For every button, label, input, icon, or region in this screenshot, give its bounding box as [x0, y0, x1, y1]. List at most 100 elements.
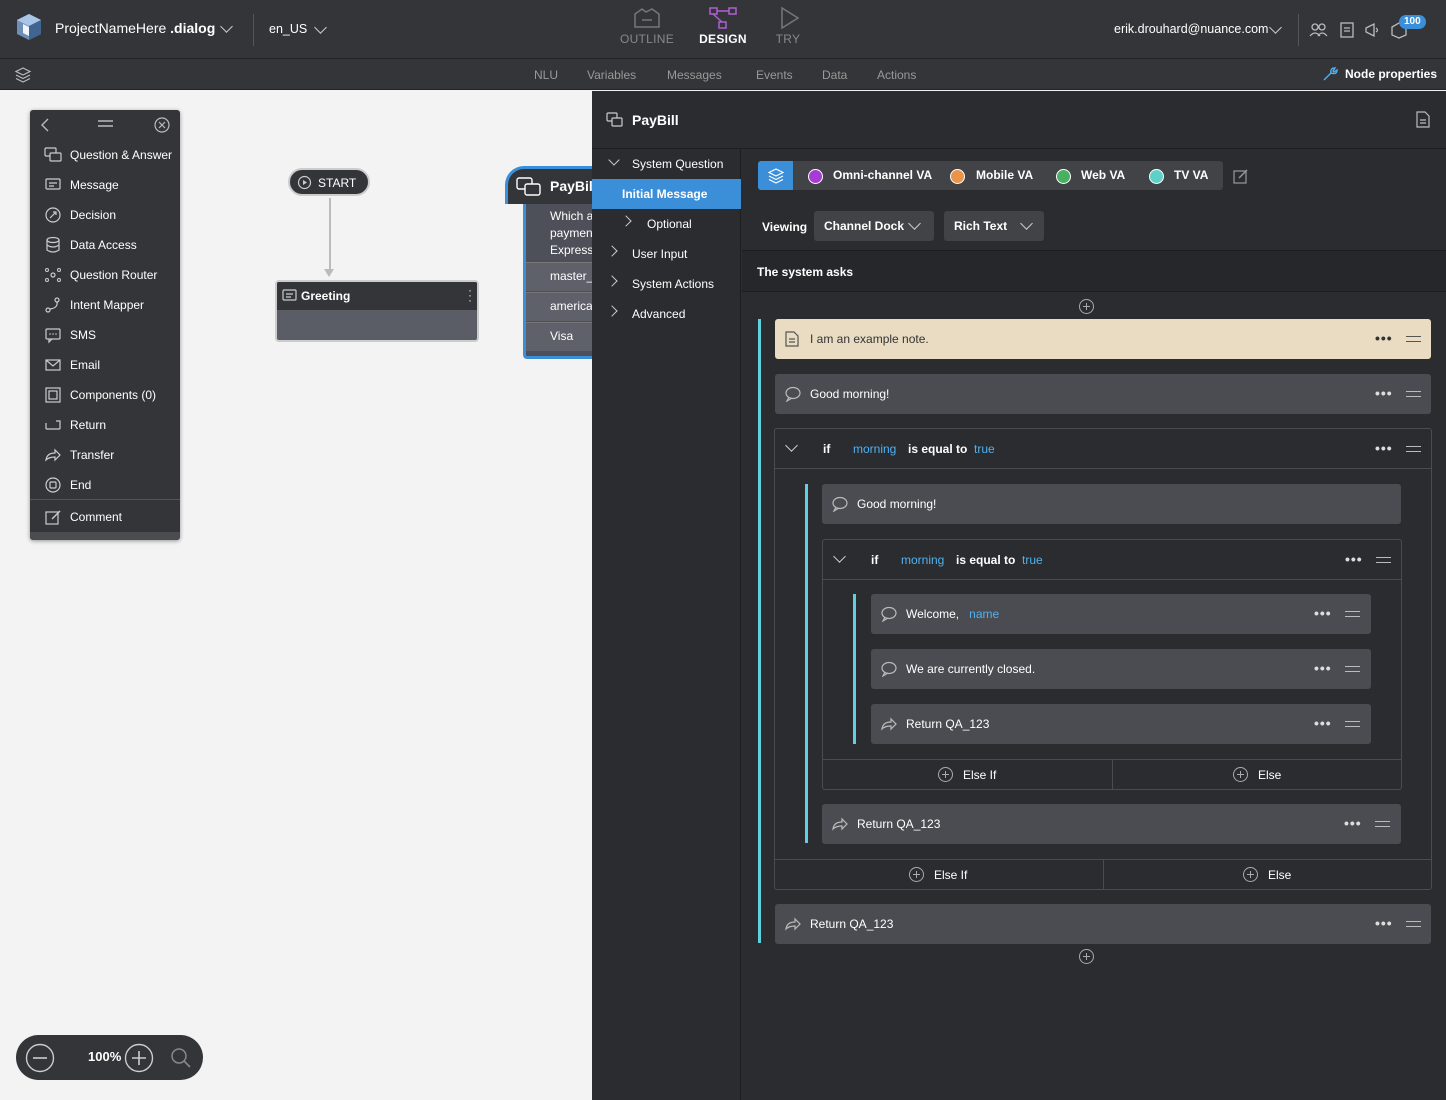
condition-value[interactable]: true [974, 442, 995, 456]
else-if-button[interactable]: Else If [775, 860, 1103, 889]
condition-header[interactable]: if morning is equal to true ••• [823, 540, 1401, 580]
more-icon[interactable]: ••• [1375, 915, 1393, 931]
flow-canvas[interactable]: Question & Answer Message Decision Data … [0, 91, 592, 1100]
document-icon[interactable] [1416, 111, 1430, 128]
tab-actions[interactable]: Actions [877, 68, 916, 82]
palette-item-question-answer[interactable]: Question & Answer [30, 140, 180, 170]
drag-handle-icon[interactable] [1375, 821, 1390, 827]
project-name[interactable]: ProjectNameHere .dialog [55, 20, 215, 36]
drag-handle-icon[interactable] [1345, 666, 1360, 672]
palette-item-components[interactable]: Components (0) [30, 380, 180, 410]
add-circle-icon[interactable] [1079, 299, 1094, 314]
else-button[interactable]: Else [1104, 860, 1431, 889]
tab-messages[interactable]: Messages [667, 68, 722, 82]
paybill-node[interactable]: PayBill Which a paymen Express master_ a… [505, 166, 592, 361]
palette-item-return[interactable]: Return [30, 410, 180, 440]
else-if-button[interactable]: Else If [823, 760, 1112, 789]
nav-user-input[interactable]: User Input [592, 239, 741, 269]
tab-design[interactable]: DESIGN [693, 6, 753, 46]
paybill-option[interactable]: Visa [526, 322, 592, 351]
nav-system-question[interactable]: System Question [592, 149, 741, 179]
palette-item-end[interactable]: End [30, 470, 180, 500]
add-circle-icon[interactable] [1079, 949, 1094, 964]
channel-web[interactable]: Web VA [1081, 168, 1125, 182]
palette-item-message[interactable]: Message [30, 170, 180, 200]
condition-variable[interactable]: morning [853, 442, 896, 456]
format-dropdown[interactable]: Rich Text [944, 211, 1044, 241]
chevron-down-icon[interactable] [833, 550, 846, 563]
tab-variables[interactable]: Variables [587, 68, 636, 82]
channel-dot-icon[interactable] [808, 169, 823, 184]
variable-token[interactable]: name [969, 607, 999, 621]
chevron-down-icon[interactable] [220, 20, 233, 33]
more-icon[interactable]: ••• [1345, 551, 1363, 567]
channel-omni[interactable]: Omni-channel VA [833, 168, 932, 182]
return-row[interactable]: Return QA_123 ••• [822, 804, 1401, 844]
drag-handle-icon[interactable] [1345, 721, 1360, 727]
users-icon[interactable] [1308, 20, 1328, 40]
more-vertical-icon[interactable]: · · · [468, 284, 472, 306]
tab-nlu[interactable]: NLU [534, 68, 558, 82]
palette-item-sms[interactable]: SMS [30, 320, 180, 350]
start-node[interactable]: START [288, 168, 370, 196]
more-icon[interactable]: ••• [1375, 385, 1393, 401]
tab-outline[interactable]: OUTLINE [617, 6, 677, 46]
nav-initial-message[interactable]: Initial Message [592, 179, 741, 209]
user-menu[interactable]: erik.drouhard@nuance.com [1114, 22, 1268, 36]
drag-handle-icon[interactable] [98, 120, 113, 128]
wrench-icon[interactable] [1322, 66, 1338, 82]
else-button[interactable]: Else [1113, 760, 1401, 789]
layers-icon[interactable] [14, 67, 32, 83]
palette-item-data-access[interactable]: Data Access [30, 230, 180, 260]
return-row[interactable]: Return QA_123 ••• [871, 704, 1371, 744]
chevron-down-icon[interactable] [785, 439, 798, 452]
tab-data[interactable]: Data [822, 68, 847, 82]
condition-variable[interactable]: morning [901, 553, 944, 567]
search-icon[interactable] [170, 1047, 192, 1069]
nav-system-actions[interactable]: System Actions [592, 269, 741, 299]
close-icon[interactable] [154, 117, 170, 133]
more-icon[interactable]: ••• [1314, 605, 1332, 621]
app-logo-icon[interactable] [14, 12, 44, 42]
zoom-out-icon[interactable] [25, 1043, 55, 1073]
message-row[interactable]: Welcome, name ••• [871, 594, 1371, 634]
condition-value[interactable]: true [1022, 553, 1043, 567]
more-icon[interactable]: ••• [1314, 660, 1332, 676]
more-icon[interactable]: ••• [1375, 440, 1393, 456]
drag-handle-icon[interactable] [1345, 611, 1360, 617]
palette-item-transfer[interactable]: Transfer [30, 440, 180, 470]
drag-handle-icon[interactable] [1406, 336, 1421, 342]
tab-try[interactable]: TRY [758, 6, 818, 46]
document-icon[interactable] [1337, 20, 1357, 40]
more-icon[interactable]: ••• [1375, 330, 1393, 346]
drag-handle-icon[interactable] [1406, 446, 1421, 452]
greeting-node[interactable]: Greeting · · · [275, 280, 479, 342]
palette-item-decision[interactable]: Decision [30, 200, 180, 230]
palette-item-question-router[interactable]: Question Router [30, 260, 180, 290]
drag-handle-icon[interactable] [1406, 921, 1421, 927]
palette-item-email[interactable]: Email [30, 350, 180, 380]
palette-item-intent-mapper[interactable]: Intent Mapper [30, 290, 180, 320]
more-icon[interactable]: ••• [1344, 815, 1362, 831]
channel-tv[interactable]: TV VA [1174, 168, 1208, 182]
locale-selector[interactable]: en_US [269, 22, 307, 36]
palette-item-comment[interactable]: Comment [30, 502, 180, 532]
paybill-option[interactable]: master_ [526, 262, 592, 291]
message-row[interactable]: We are currently closed. ••• [871, 649, 1371, 689]
drag-handle-icon[interactable] [1406, 391, 1421, 397]
message-row[interactable]: Good morning! ••• [775, 374, 1431, 414]
chevron-down-icon[interactable] [1269, 21, 1282, 34]
channel-dot-icon[interactable] [1149, 169, 1164, 184]
channel-mobile[interactable]: Mobile VA [976, 168, 1033, 182]
tab-events[interactable]: Events [756, 68, 793, 82]
megaphone-icon[interactable] [1363, 20, 1383, 40]
more-icon[interactable]: ••• [1314, 715, 1332, 731]
message-row[interactable]: Good morning! [822, 484, 1401, 524]
nav-advanced[interactable]: Advanced [592, 299, 741, 329]
return-row[interactable]: Return QA_123 ••• [775, 904, 1431, 944]
view-mode-dropdown[interactable]: Channel Dock [814, 211, 934, 241]
paybill-option[interactable]: america [526, 292, 592, 321]
condition-operator[interactable]: is equal to [956, 553, 1015, 567]
drag-handle-icon[interactable] [1376, 557, 1391, 563]
condition-operator[interactable]: is equal to [908, 442, 967, 456]
